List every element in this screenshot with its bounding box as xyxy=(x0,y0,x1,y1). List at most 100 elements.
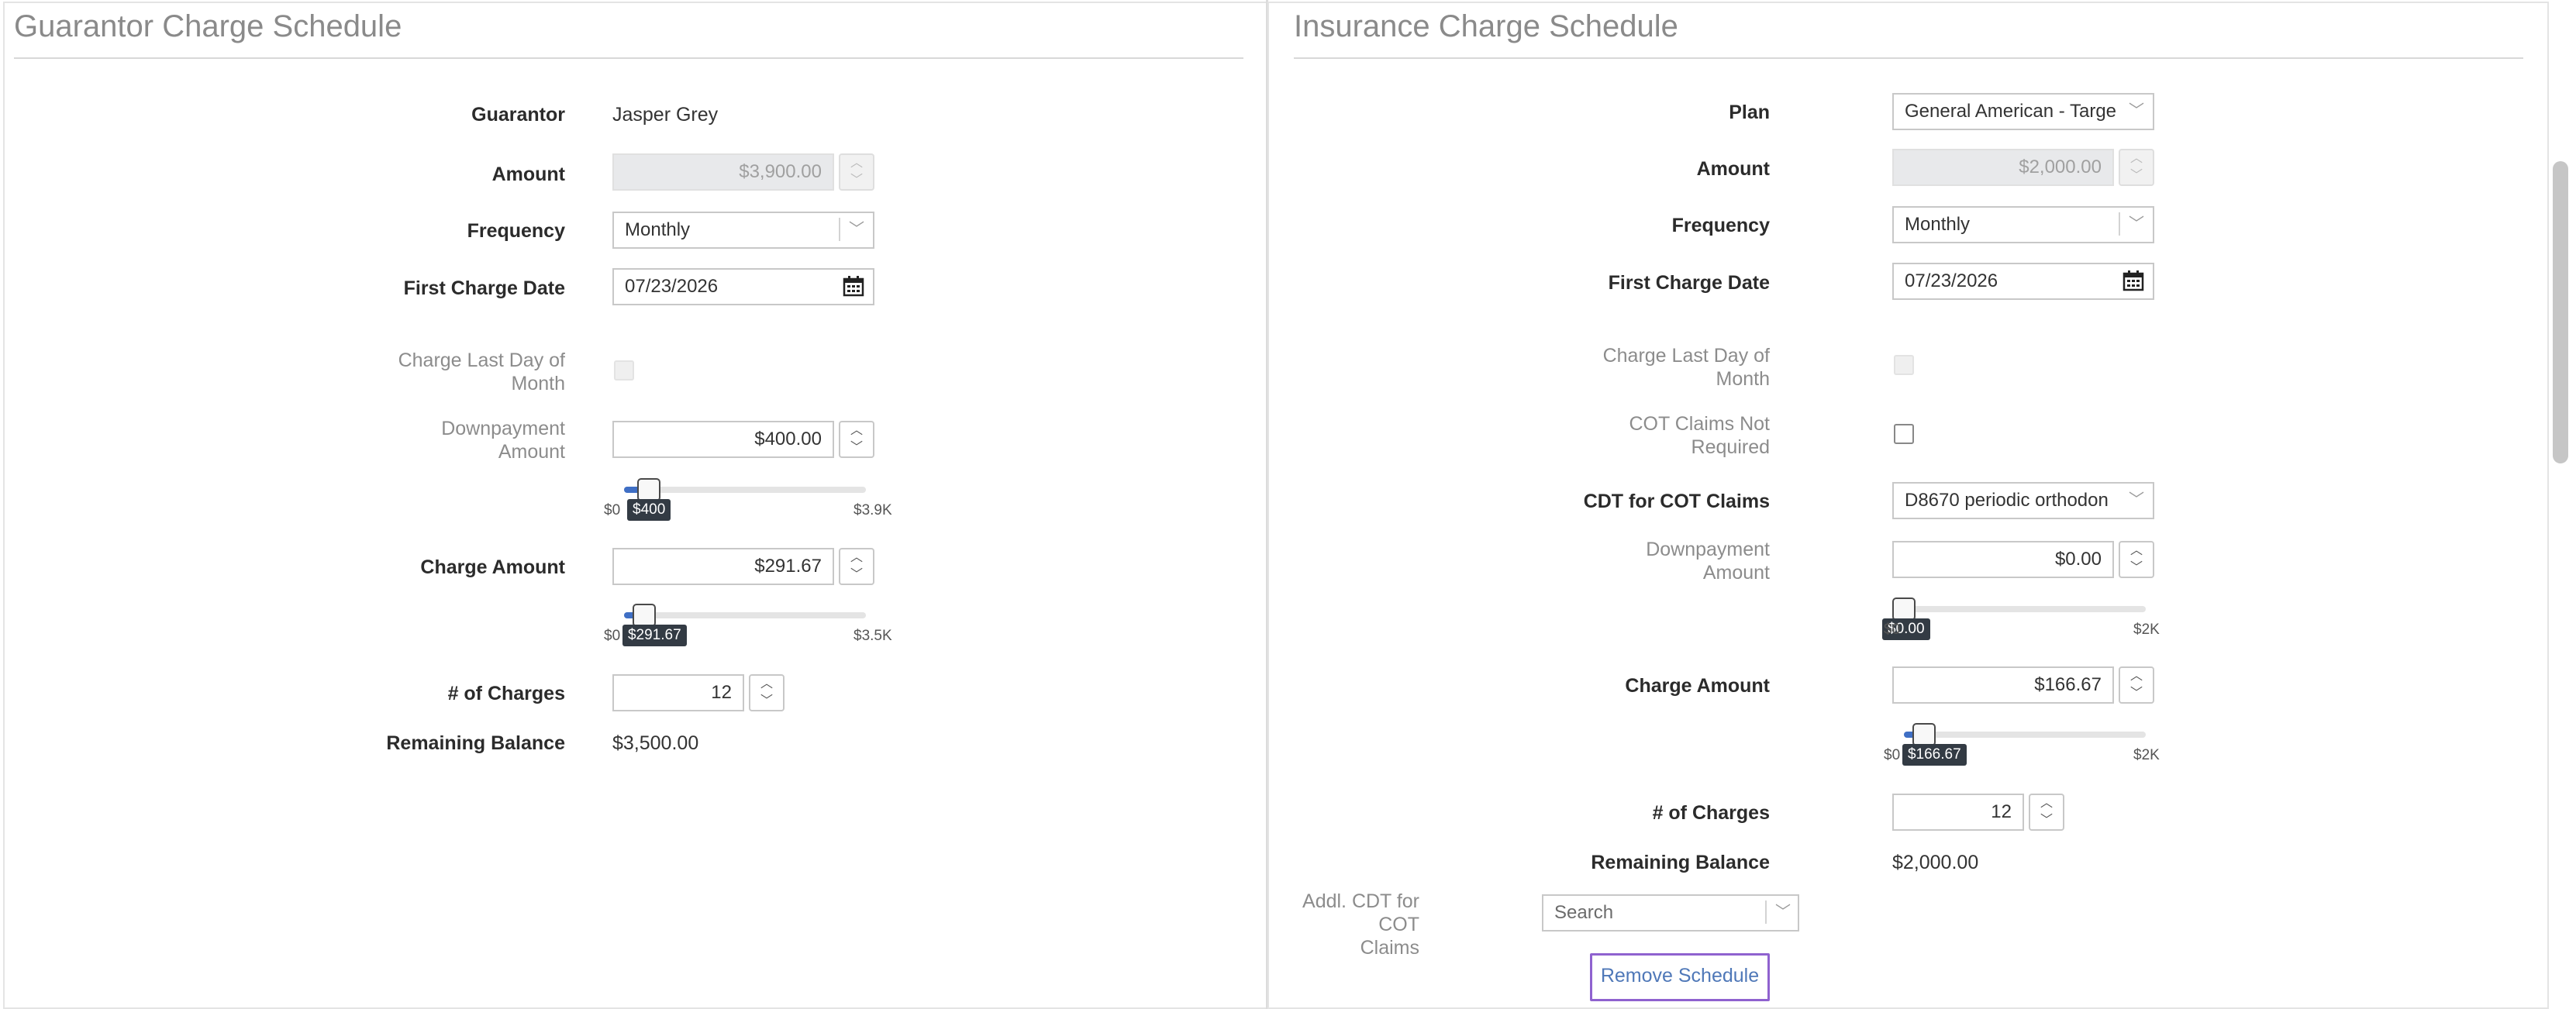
charge-last-day-checkbox xyxy=(1894,355,1914,375)
num-charges-stepper[interactable]: ︿ ﹀ xyxy=(2029,794,2064,831)
title-divider xyxy=(1294,57,2523,59)
num-charges-label: # of Charges xyxy=(447,683,565,704)
chevron-down-icon[interactable]: ﹀ xyxy=(2125,488,2148,511)
charge-amount-label: Charge Amount xyxy=(1625,675,1770,697)
slider-min-label: $0 xyxy=(1884,747,1901,763)
chevron-down-icon[interactable]: ﹀ xyxy=(750,693,783,710)
slider-min-label: $0 xyxy=(604,628,621,644)
downpayment-label: Downpayment Amount xyxy=(441,418,565,463)
charge-amount-stepper[interactable]: ︿ ﹀ xyxy=(2119,666,2154,704)
num-charges-input[interactable]: 12 xyxy=(612,674,744,711)
chevron-down-icon[interactable]: ﹀ xyxy=(840,439,873,456)
chevron-down-icon[interactable]: ﹀ xyxy=(2030,812,2063,829)
chevron-up-icon[interactable]: ︿ xyxy=(840,422,873,439)
first-charge-date-input[interactable]: 07/23/2026 xyxy=(612,268,874,305)
select-separator xyxy=(839,218,840,241)
num-charges-input[interactable]: 12 xyxy=(1892,794,2024,831)
slider-track[interactable] xyxy=(1904,732,2146,738)
plan-label: Plan xyxy=(1729,102,1770,123)
first-charge-date-label: First Charge Date xyxy=(403,277,565,299)
chevron-up-icon: ︿ xyxy=(850,157,863,170)
charge-amount-stepper[interactable]: ︿ ﹀ xyxy=(839,548,874,585)
chevron-down-icon[interactable]: ﹀ xyxy=(2120,560,2153,577)
slider-thumb[interactable] xyxy=(1892,597,1916,621)
select-separator xyxy=(2119,212,2120,236)
num-charges-stepper[interactable]: ︿ ﹀ xyxy=(749,674,785,711)
slider-thumb[interactable] xyxy=(632,604,656,627)
amount-stepper: ︿ ﹀ xyxy=(2119,149,2154,186)
amount-label: Amount xyxy=(491,164,565,185)
insurance-panel: Insurance Charge Schedule Plan General A… xyxy=(1267,2,2549,1009)
slider-min-label: $0 xyxy=(604,502,621,518)
chevron-up-icon[interactable]: ︿ xyxy=(2030,795,2063,812)
remaining-balance-value: $2,000.00 xyxy=(1892,852,1979,873)
calendar-icon[interactable] xyxy=(2122,269,2145,292)
slider-track[interactable] xyxy=(624,612,866,618)
cot-claims-not-required-checkbox[interactable] xyxy=(1894,424,1914,444)
remaining-balance-value: $3,500.00 xyxy=(612,732,699,754)
slider-max-label: $2K xyxy=(2133,747,2160,763)
amount-label: Amount xyxy=(1696,158,1770,180)
amount-input: $2,000.00 xyxy=(1892,149,2114,186)
cdt-label: CDT for COT Claims xyxy=(1583,491,1770,512)
chevron-up-icon[interactable]: ︿ xyxy=(840,549,873,566)
chevron-down-icon[interactable]: ﹀ xyxy=(2125,212,2148,236)
downpayment-input[interactable]: $0.00 xyxy=(1892,541,2114,578)
cot-claims-not-required-label: COT Claims Not Required xyxy=(1629,413,1770,458)
select-separator xyxy=(1765,901,1767,924)
charge-last-day-label: Charge Last Day of Month xyxy=(1602,345,1770,390)
charge-last-day-checkbox xyxy=(614,360,634,381)
downpayment-stepper[interactable]: ︿ ﹀ xyxy=(2119,541,2154,578)
chevron-up-icon: ︿ xyxy=(2129,152,2143,165)
remaining-balance-label: Remaining Balance xyxy=(386,732,565,754)
num-charges-label: # of Charges xyxy=(1652,802,1770,824)
slider-thumb[interactable] xyxy=(637,478,660,501)
guarantor-name: Jasper Grey xyxy=(612,104,719,126)
slider-max-label: $3.9K xyxy=(853,502,892,518)
frequency-select[interactable]: Monthly xyxy=(612,212,874,249)
chevron-up-icon[interactable]: ︿ xyxy=(2120,542,2153,560)
charge-amount-input[interactable]: $291.67 xyxy=(612,548,834,585)
frequency-select[interactable]: Monthly xyxy=(1892,206,2154,243)
slider-tooltip: $291.67 xyxy=(622,625,687,646)
slider-track[interactable] xyxy=(1904,606,2146,612)
first-charge-date-label: First Charge Date xyxy=(1608,272,1770,294)
slider-max-label: $3.5K xyxy=(853,628,892,644)
slider-thumb[interactable] xyxy=(1912,723,1936,746)
guarantor-panel-title: Guarantor Charge Schedule xyxy=(14,9,402,43)
first-charge-date-input[interactable]: 07/23/2026 xyxy=(1892,263,2154,300)
insurance-panel-title: Insurance Charge Schedule xyxy=(1294,9,1678,43)
chevron-down-icon[interactable]: ﹀ xyxy=(840,566,873,584)
downpayment-stepper[interactable]: ︿ ﹀ xyxy=(839,421,874,458)
slider-max-label: $2K xyxy=(2133,622,2160,638)
charge-last-day-label: Charge Last Day of Month xyxy=(398,350,565,394)
cdt-select[interactable]: D8670 periodic orthodon xyxy=(1892,482,2154,519)
slider-tooltip: $400 xyxy=(627,499,671,521)
remaining-balance-label: Remaining Balance xyxy=(1591,852,1770,873)
chevron-up-icon[interactable]: ︿ xyxy=(2120,668,2153,685)
chevron-up-icon[interactable]: ︿ xyxy=(750,676,783,693)
calendar-icon[interactable] xyxy=(842,274,865,298)
chevron-down-icon[interactable]: ﹀ xyxy=(2120,685,2153,702)
amount-input: $3,900.00 xyxy=(612,153,834,191)
guarantor-panel: Guarantor Charge Schedule Guarantor Jasp… xyxy=(3,2,1267,1009)
charge-amount-input[interactable]: $166.67 xyxy=(1892,666,2114,704)
downpayment-label: Downpayment Amount xyxy=(1646,539,1770,584)
chevron-down-icon[interactable]: ﹀ xyxy=(1771,901,1795,924)
frequency-label: Frequency xyxy=(467,220,565,242)
addl-cdt-label: Addl. CDT for COT Claims xyxy=(1302,890,1419,959)
remove-schedule-button[interactable]: Remove Schedule xyxy=(1590,953,1770,1001)
scrollbar-thumb[interactable] xyxy=(2553,161,2568,463)
chevron-down-icon: ﹀ xyxy=(2129,169,2143,182)
chevron-down-icon: ﹀ xyxy=(850,174,863,187)
chevron-down-icon[interactable]: ﹀ xyxy=(845,218,868,241)
addl-cdt-search-select[interactable]: Search xyxy=(1542,894,1799,932)
slider-tooltip: $166.67 xyxy=(1902,744,1967,766)
chevron-down-icon[interactable]: ﹀ xyxy=(2125,99,2148,122)
plan-select[interactable]: General American - Targe xyxy=(1892,93,2154,130)
downpayment-input[interactable]: $400.00 xyxy=(612,421,834,458)
amount-stepper: ︿ ﹀ xyxy=(839,153,874,191)
slider-min-label: $0 xyxy=(1884,622,1901,638)
frequency-label: Frequency xyxy=(1671,215,1770,236)
title-divider xyxy=(14,57,1243,59)
